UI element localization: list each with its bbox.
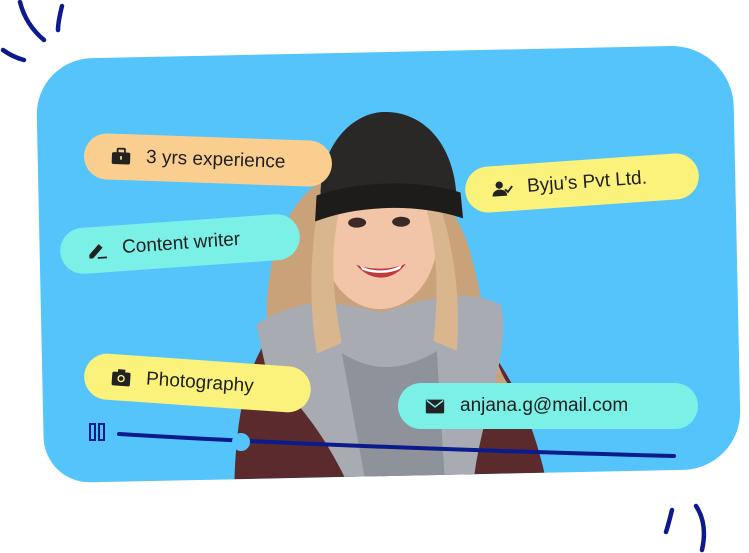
pause-icon[interactable] xyxy=(89,423,105,441)
experience-label: 3 yrs experience xyxy=(145,146,286,173)
pen-icon xyxy=(85,238,108,261)
role-label: Content writer xyxy=(121,228,241,259)
email-tag: anjana.g@mail.com xyxy=(398,383,698,429)
progress-thumb[interactable] xyxy=(232,433,251,451)
briefcase-icon xyxy=(110,146,133,169)
mail-icon xyxy=(424,395,446,417)
camera-icon xyxy=(109,366,132,389)
hobby-label: Photography xyxy=(145,368,255,397)
decorative-strokes-bottom-right xyxy=(663,503,707,553)
email-label: anjana.g@mail.com xyxy=(460,395,629,416)
experience-tag: 3 yrs experience xyxy=(83,132,333,188)
person-check-icon xyxy=(490,177,513,200)
company-label: Byju’s Pvt Ltd. xyxy=(526,167,648,197)
